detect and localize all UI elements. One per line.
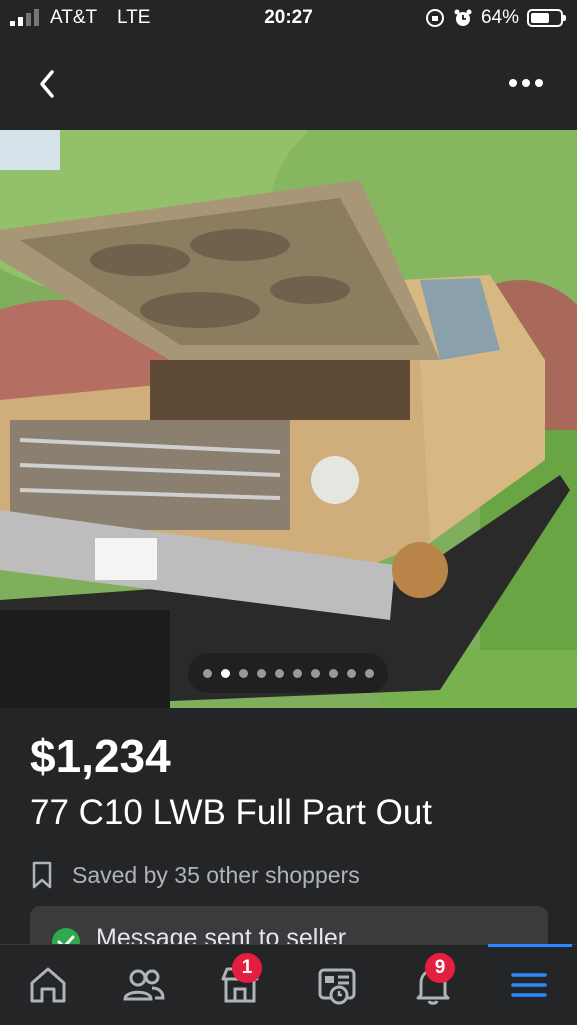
saved-count: Saved by 35 other shoppers [30,855,360,895]
pagination-dot [256,668,266,678]
alarm-icon [454,9,472,26]
chevron-left-icon [40,70,54,98]
more-options-button[interactable] [505,68,549,98]
menu-icon [511,973,547,997]
listing-price: $1,234 [30,730,171,782]
photo-pagination [188,653,388,693]
battery-percent: 64% [480,7,519,28]
tab-marketplace[interactable]: 1 [192,945,288,1025]
home-icon [30,967,66,1003]
status-indicators: 64% [425,7,566,29]
listing-title: 77 C10 LWB Full Part Out [30,793,433,832]
more-horizontal-icon [509,79,543,87]
marketplace-badge: 1 [232,953,262,983]
pagination-dot [238,668,248,678]
pagination-dot [274,668,284,678]
tab-news[interactable] [289,945,385,1025]
nav-bar [0,38,577,130]
tab-menu[interactable] [481,945,577,1025]
bookmark-icon [32,861,52,889]
saved-count-text: Saved by 35 other shoppers [72,861,360,888]
status-bar: AT&T LTE 20:27 64% [0,0,577,38]
pagination-dot [310,668,320,678]
pagination-dot [328,668,338,678]
tab-friends[interactable] [96,945,192,1025]
friends-icon [123,969,165,1001]
pagination-dot [220,668,230,678]
orientation-lock-icon [425,9,444,27]
battery-level [531,13,549,23]
active-tab-indicator [488,944,572,947]
truck-photo-image [0,130,577,708]
back-button[interactable] [30,62,70,106]
battery-icon [527,9,566,27]
listing-photo[interactable] [0,130,577,708]
pagination-dot [292,668,302,678]
news-icon [318,968,356,1005]
tab-home[interactable] [0,945,96,1025]
notifications-badge: 9 [425,953,455,983]
pagination-dot [364,668,374,678]
tab-notifications[interactable]: 9 [385,945,481,1025]
pagination-dot [346,668,356,678]
bottom-tab-bar: 1 9 [0,944,577,1025]
pagination-dot [202,668,212,678]
